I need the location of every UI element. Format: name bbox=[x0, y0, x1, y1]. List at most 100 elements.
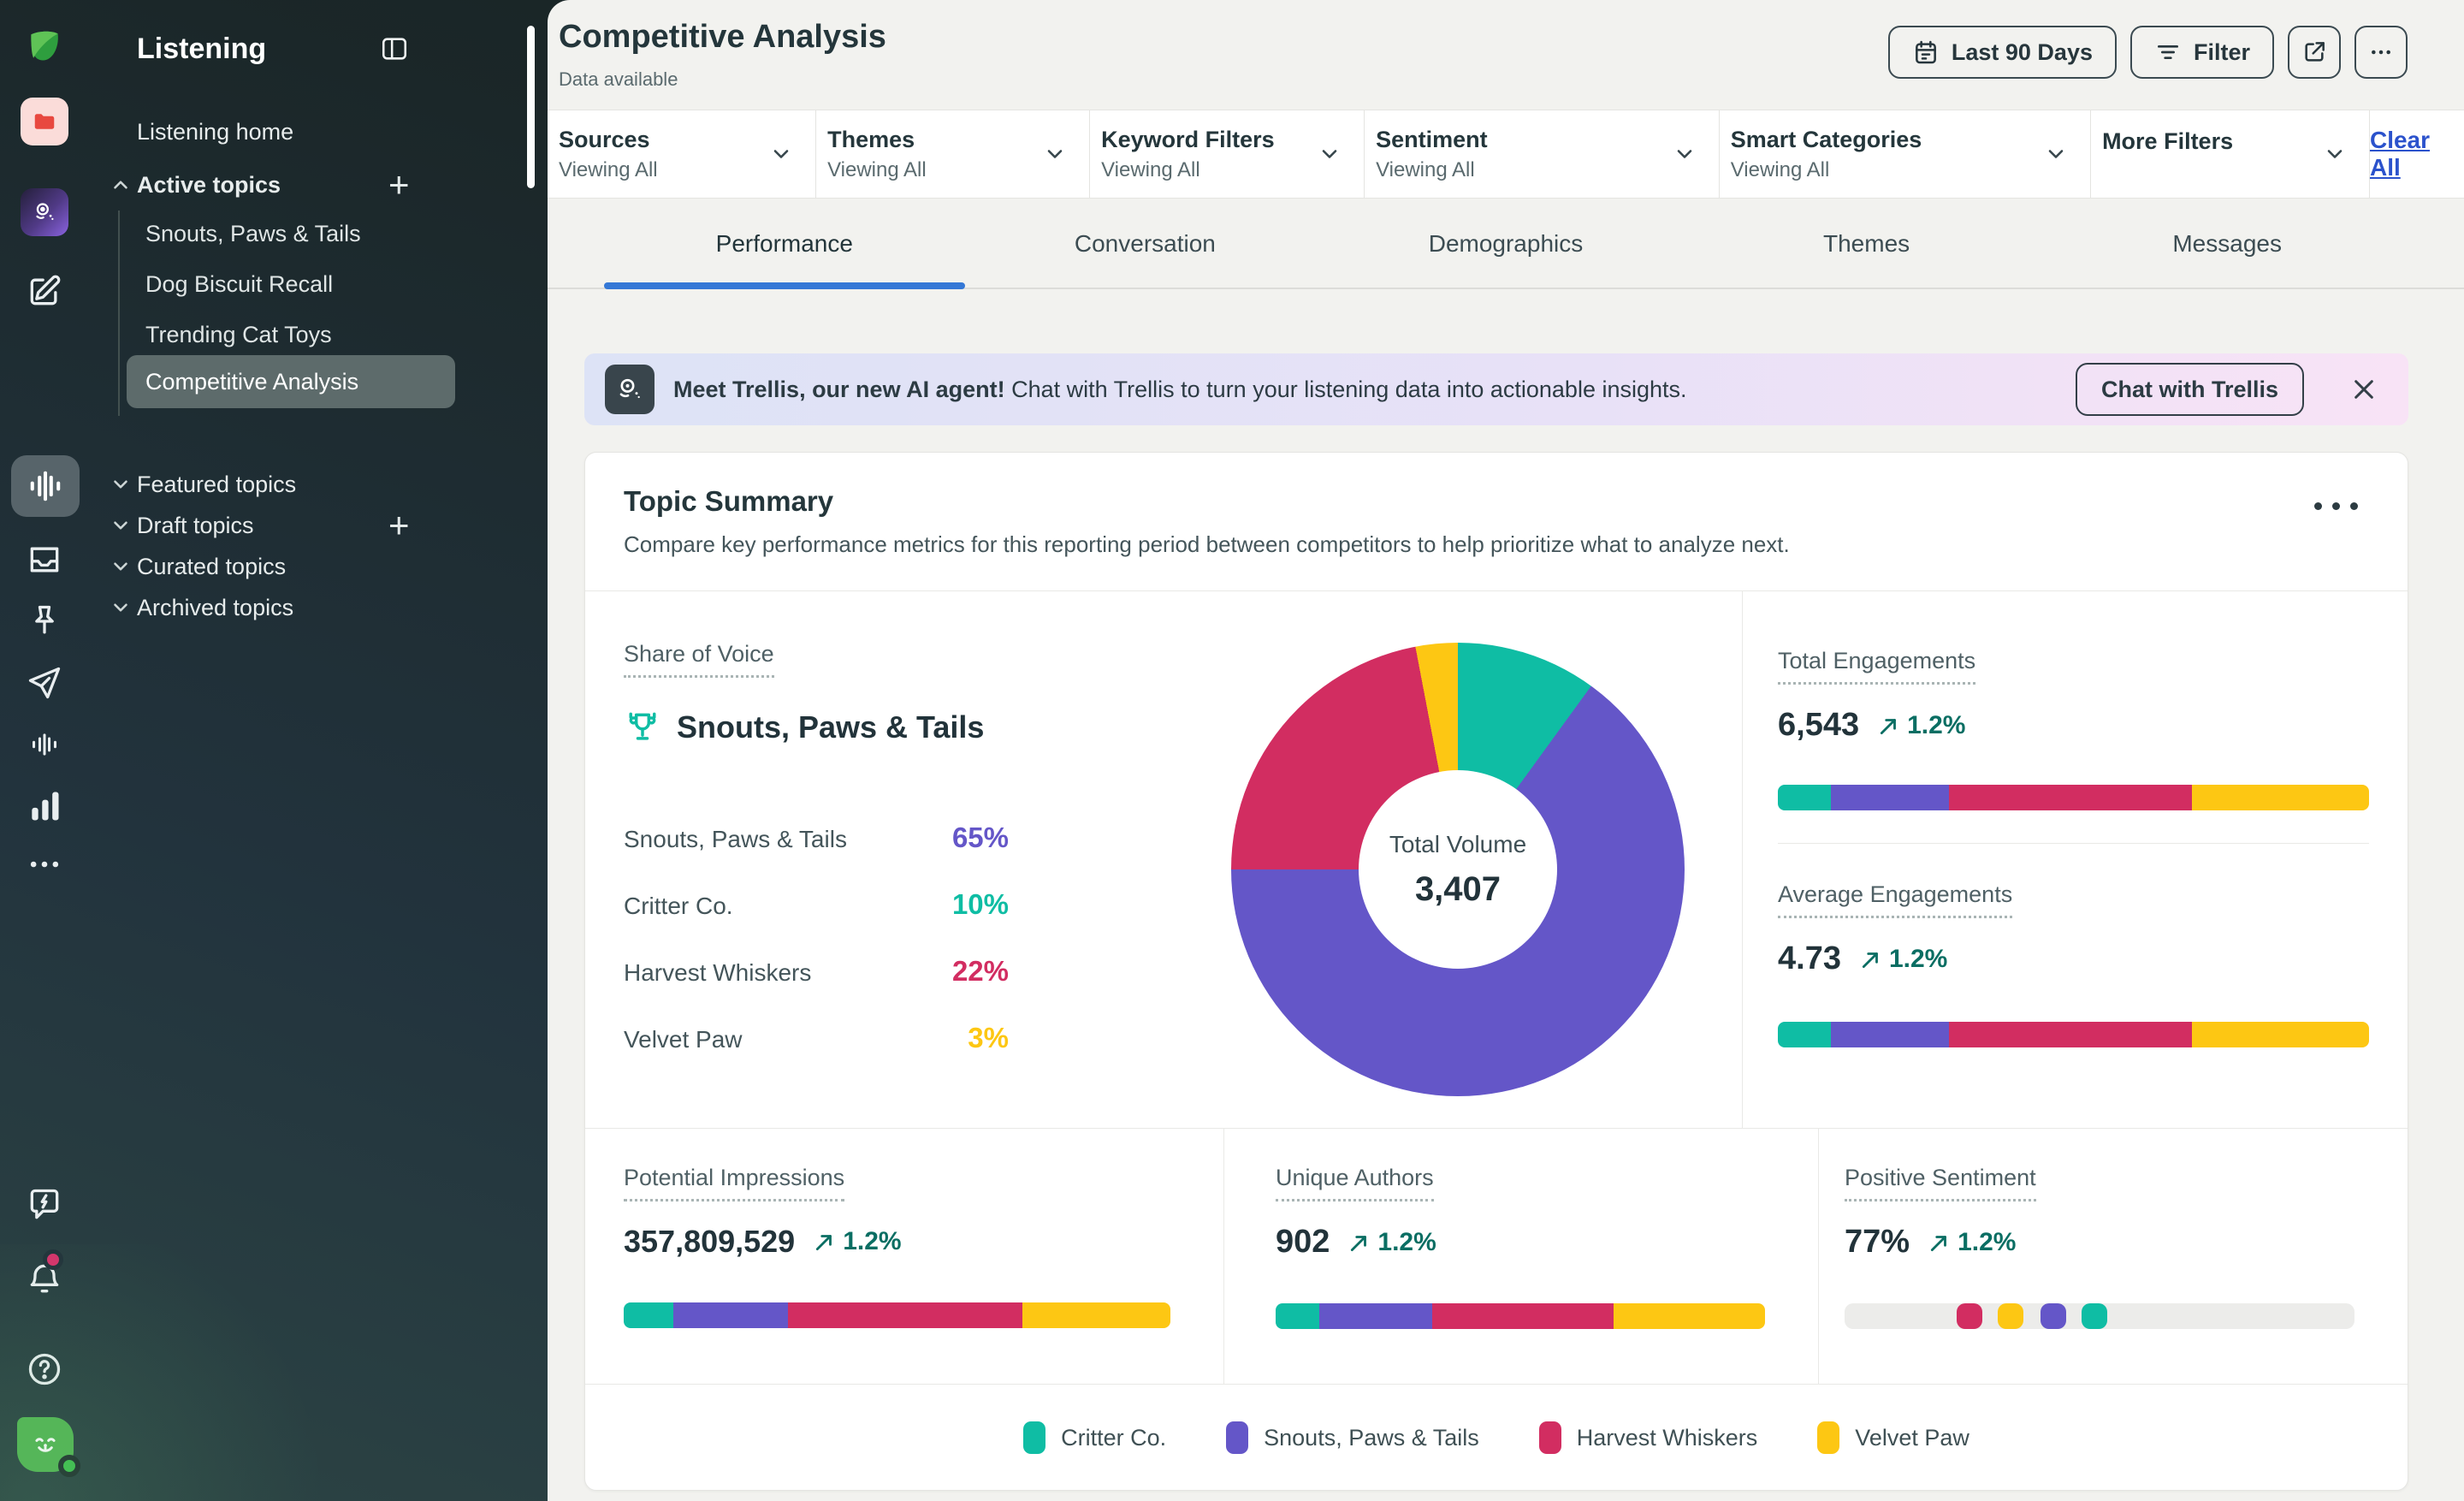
chevron-down-icon bbox=[2323, 142, 2347, 166]
average-engagements-label: Average Engagements bbox=[1778, 881, 2012, 918]
bar-segment-critter-co- bbox=[1778, 1022, 1831, 1047]
potential-impressions-distribution-bar bbox=[624, 1302, 1170, 1328]
sidebar-item-listening-home[interactable]: Listening home bbox=[89, 110, 548, 154]
tab-performance[interactable]: Performance bbox=[604, 199, 965, 288]
page-title: Competitive Analysis bbox=[559, 19, 886, 56]
sidebar-section-active-topics[interactable]: Active topics + bbox=[89, 163, 548, 207]
listening-nav-icon[interactable] bbox=[11, 455, 80, 517]
external-link-icon bbox=[2301, 39, 2328, 66]
export-button[interactable] bbox=[2288, 26, 2341, 79]
assistant-app-icon[interactable] bbox=[21, 188, 68, 236]
trophy-icon bbox=[624, 709, 661, 746]
collapse-sidebar-icon[interactable] bbox=[380, 34, 409, 63]
bar-segment-snouts-paws-tails bbox=[673, 1302, 788, 1328]
chevron-down-icon bbox=[110, 555, 132, 578]
folder-app-icon[interactable] bbox=[21, 98, 68, 145]
legend-item: Critter Co. bbox=[1023, 1421, 1166, 1454]
tab-conversation[interactable]: Conversation bbox=[965, 199, 1326, 288]
tab-themes[interactable]: Themes bbox=[1686, 199, 2047, 288]
tab-demographics[interactable]: Demographics bbox=[1325, 199, 1686, 288]
bar-segment-harvest-whiskers bbox=[788, 1302, 1023, 1328]
more-options-button[interactable] bbox=[2354, 26, 2408, 79]
topic-tree-line bbox=[118, 211, 120, 416]
filter-sources[interactable]: SourcesViewing All bbox=[548, 110, 816, 198]
share-of-voice-label: Share of Voice bbox=[624, 641, 774, 678]
clear-all-link[interactable]: Clear All bbox=[2370, 127, 2430, 181]
share-of-voice-list: Snouts, Paws & Tails 65% Critter Co. 10%… bbox=[624, 822, 1009, 1089]
sentiment-marker-harvest-whiskers bbox=[1957, 1303, 1982, 1329]
publish-icon[interactable] bbox=[21, 659, 68, 707]
filter-smart-categories[interactable]: Smart CategoriesViewing All bbox=[1720, 110, 2091, 198]
trend-up-icon bbox=[814, 1231, 836, 1253]
chevron-down-icon bbox=[1673, 142, 1697, 166]
positive-sentiment-block: Positive Sentiment 77% 1.2% bbox=[1819, 1129, 2408, 1384]
card-subtitle: Compare key performance metrics for this… bbox=[624, 531, 1790, 558]
user-avatar[interactable] bbox=[17, 1417, 74, 1472]
filter-keyword-filters[interactable]: Keyword FiltersViewing All bbox=[1090, 110, 1365, 198]
sidebar-item-topic[interactable]: Trending Cat Toys bbox=[145, 315, 332, 354]
trend-up-icon bbox=[1860, 948, 1882, 970]
share-row: Critter Co. 10% bbox=[624, 888, 1009, 955]
listening-small-icon[interactable] bbox=[21, 721, 68, 768]
unique-authors-label: Unique Authors bbox=[1276, 1165, 1434, 1201]
share-row: Velvet Paw 3% bbox=[624, 1022, 1009, 1089]
add-topic-icon[interactable]: + bbox=[388, 174, 410, 196]
card-menu-icon[interactable] bbox=[2314, 502, 2358, 510]
notification-badge bbox=[43, 1249, 63, 1270]
total-engagements-distribution-bar bbox=[1778, 785, 2369, 810]
chat-with-trellis-button[interactable]: Chat with Trellis bbox=[2076, 363, 2304, 416]
potential-impressions-block: Potential Impressions 357,809,529 1.2% bbox=[585, 1129, 1224, 1384]
trend-up-icon bbox=[1878, 715, 1900, 737]
calendar-icon bbox=[1912, 39, 1940, 66]
sidebar-title: Listening bbox=[137, 33, 266, 66]
legend-item: Harvest Whiskers bbox=[1539, 1421, 1758, 1454]
sidebar-item-topic[interactable]: Snouts, Paws & Tails bbox=[145, 214, 361, 253]
compose-icon[interactable] bbox=[21, 267, 68, 315]
notifications-bell-icon[interactable] bbox=[21, 1255, 68, 1302]
card-title: Topic Summary bbox=[624, 485, 833, 518]
bar-segment-velvet-paw bbox=[1614, 1303, 1765, 1329]
pin-icon[interactable] bbox=[21, 597, 68, 645]
date-range-button[interactable]: Last 90 Days bbox=[1888, 26, 2117, 79]
share-row: Harvest Whiskers 22% bbox=[624, 955, 1009, 1022]
sprout-logo-icon[interactable] bbox=[21, 22, 68, 70]
sidebar-section-curated-topics[interactable]: Curated topics bbox=[89, 544, 548, 589]
online-status-dot bbox=[58, 1455, 80, 1477]
sidebar-section-draft-topics[interactable]: Draft topics + bbox=[89, 503, 548, 548]
legend-swatch bbox=[1817, 1421, 1839, 1454]
bar-segment-snouts-paws-tails bbox=[1319, 1303, 1432, 1329]
report-tabs: Performance Conversation Demographics Th… bbox=[548, 199, 2464, 289]
close-icon[interactable] bbox=[2350, 376, 2378, 403]
trend-indicator: 1.2% bbox=[1928, 1228, 2016, 1257]
more-apps-icon[interactable] bbox=[21, 840, 68, 888]
sidebar-item-topic[interactable]: Dog Biscuit Recall bbox=[145, 264, 333, 304]
positive-sentiment-scale bbox=[1845, 1303, 2354, 1329]
filter-button[interactable]: Filter bbox=[2130, 26, 2274, 79]
banner-message: Meet Trellis, our new AI agent! Chat wit… bbox=[673, 377, 1687, 403]
topic-summary-card: Topic Summary Compare key performance me… bbox=[584, 452, 2408, 1491]
chevron-down-icon bbox=[1043, 142, 1067, 166]
bar-segment-critter-co- bbox=[1276, 1303, 1319, 1329]
sidebar-section-archived-topics[interactable]: Archived topics bbox=[89, 585, 548, 630]
data-available-status: Data available bbox=[559, 68, 678, 91]
sidebar-section-featured-topics[interactable]: Featured topics bbox=[89, 462, 548, 507]
trellis-banner: Meet Trellis, our new AI agent! Chat wit… bbox=[584, 353, 2408, 425]
filter-sentiment[interactable]: SentimentViewing All bbox=[1365, 110, 1720, 198]
sidebar-item-topic-selected[interactable]: Competitive Analysis bbox=[127, 355, 455, 408]
tab-messages[interactable]: Messages bbox=[2046, 199, 2408, 288]
chevron-down-icon bbox=[110, 596, 132, 619]
bar-segment-harvest-whiskers bbox=[1949, 1022, 2191, 1047]
unique-authors-distribution-bar bbox=[1276, 1303, 1765, 1329]
feedback-icon[interactable] bbox=[21, 1181, 68, 1229]
filter-more-filters[interactable]: More Filters bbox=[2091, 110, 2370, 198]
inbox-icon[interactable] bbox=[21, 536, 68, 584]
filter-themes[interactable]: ThemesViewing All bbox=[816, 110, 1090, 198]
add-draft-topic-icon[interactable]: + bbox=[388, 514, 410, 537]
page-header: Competitive Analysis Data available Last… bbox=[548, 0, 2464, 110]
reports-icon[interactable] bbox=[21, 782, 68, 830]
legend-item: Velvet Paw bbox=[1817, 1421, 1969, 1454]
total-engagements-label: Total Engagements bbox=[1778, 648, 1975, 685]
help-icon[interactable] bbox=[21, 1345, 68, 1393]
listening-nav-panel: Listening Listening home Active topics +… bbox=[89, 0, 548, 1501]
bar-segment-velvet-paw bbox=[1022, 1302, 1170, 1328]
